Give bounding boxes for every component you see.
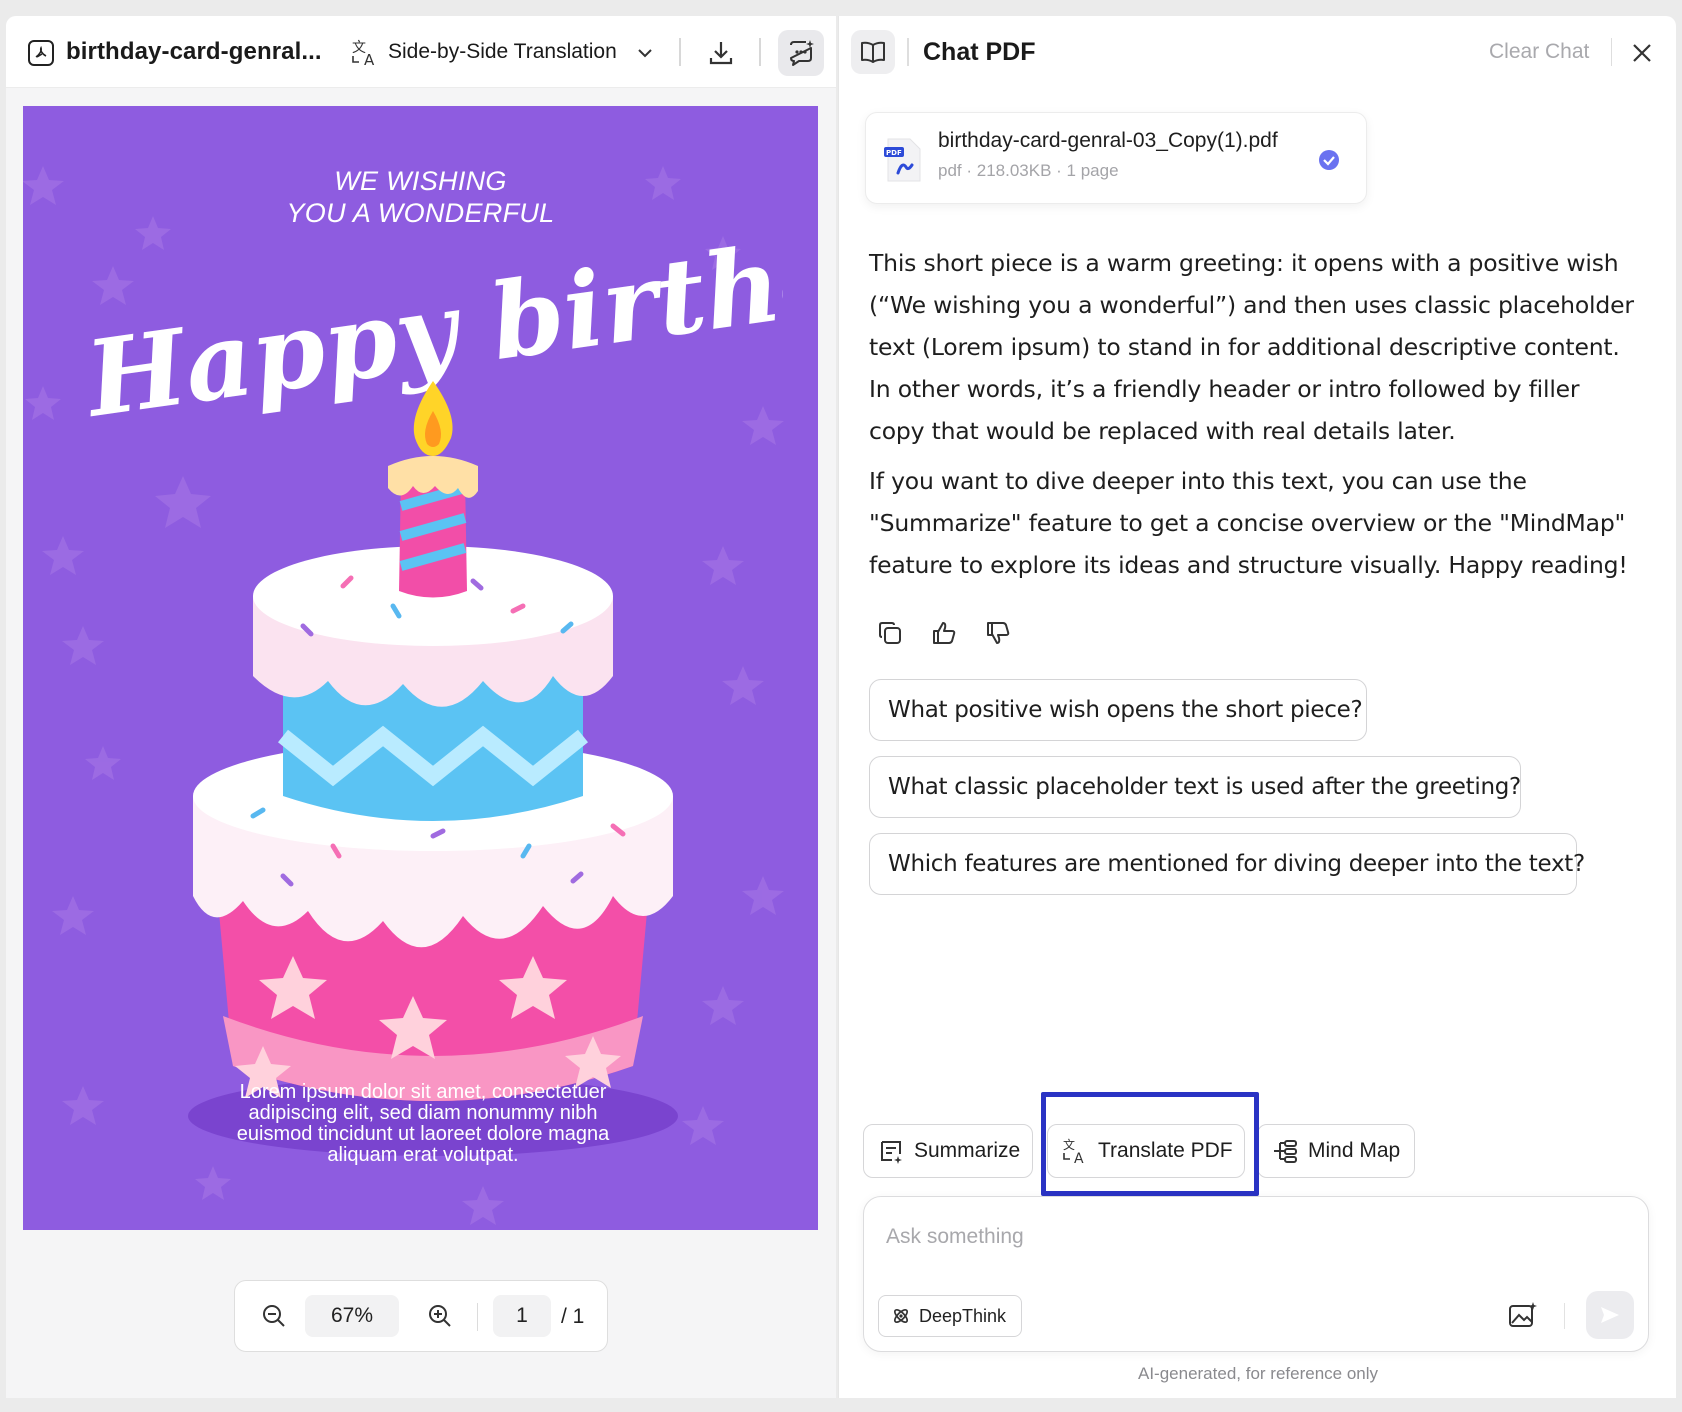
pdf-file-icon <box>28 40 54 66</box>
translation-mode-select[interactable]: Side-by-Side Translation <box>388 40 617 64</box>
chat-panel: Chat PDF Clear Chat PDF birthday-card-ge… <box>838 16 1676 1398</box>
suggested-question[interactable]: Which features are mentioned for diving … <box>869 833 1585 895</box>
image-upload-icon[interactable] <box>1508 1301 1538 1329</box>
deepthink-label: DeepThink <box>919 1305 1007 1326</box>
book-icon <box>861 41 885 63</box>
send-icon <box>1601 1307 1619 1323</box>
page-total: / 1 <box>561 1305 585 1328</box>
ai-chat-icon <box>790 40 814 66</box>
attached-file-card[interactable]: PDF birthday-card-genral-03_Copy(1).pdf … <box>865 112 1367 204</box>
ai-chat-toggle-button[interactable] <box>778 30 824 76</box>
svg-text:PDF: PDF <box>886 149 902 157</box>
thumbs-up-icon[interactable] <box>931 620 957 646</box>
file-name: birthday-card-genral-03_Copy(1).pdf <box>938 129 1278 152</box>
zoom-controls: 67% 1 / 1 <box>234 1280 608 1352</box>
summarize-label: Summarize <box>914 1139 1021 1162</box>
zoom-divider <box>477 1303 478 1331</box>
header-divider <box>1611 38 1612 66</box>
viewer-toolbar: birthday-card-genral... 文 A Side-by-Side… <box>6 16 836 88</box>
file-meta: pdf · 218.03KB · 1 page <box>938 161 1119 180</box>
ask-divider <box>1564 1303 1565 1329</box>
mind-map-icon <box>1274 1140 1297 1163</box>
send-button[interactable] <box>1586 1291 1634 1339</box>
mind-map-button[interactable]: Mind Map <box>1257 1124 1415 1178</box>
atom-icon <box>894 1309 908 1323</box>
close-icon[interactable] <box>1631 42 1653 64</box>
birthday-cake-illustration <box>188 381 678 1156</box>
document-title: birthday-card-genral... <box>66 38 322 65</box>
copy-icon[interactable] <box>877 620 903 646</box>
zoom-out-icon[interactable] <box>261 1303 287 1329</box>
check-circle-icon <box>1319 150 1339 170</box>
chevron-down-icon[interactable] <box>636 46 654 60</box>
ai-answer-paragraph: This short piece is a warm greeting: it … <box>869 249 1634 445</box>
toolbar-divider <box>759 38 761 66</box>
pdf-viewer: birthday-card-genral... 文 A Side-by-Side… <box>6 16 836 1398</box>
translate-icon[interactable]: 文 A <box>350 38 380 68</box>
ai-answer-paragraph: If you want to dive deeper into this tex… <box>869 467 1628 579</box>
ask-input[interactable] <box>886 1217 1606 1257</box>
suggested-question[interactable]: What classic placeholder text is used af… <box>869 756 1521 818</box>
clear-chat-button[interactable]: Clear Chat <box>1489 40 1589 64</box>
card-subtitle-line2: YOU A WONDERFUL <box>286 198 555 228</box>
suggested-question[interactable]: What positive wish opens the short piece… <box>869 679 1367 741</box>
thumbs-down-icon[interactable] <box>985 620 1011 646</box>
card-body-text: Lorem ipsum dolor sit amet, consectetuer… <box>236 1081 610 1166</box>
zoom-level[interactable]: 67% <box>305 1295 399 1337</box>
ai-disclaimer: AI-generated, for reference only <box>1137 1364 1379 1383</box>
chat-title: Chat PDF <box>923 38 1036 66</box>
mind-map-label: Mind Map <box>1308 1139 1401 1162</box>
download-icon[interactable] <box>706 38 736 68</box>
zoom-in-icon[interactable] <box>427 1303 453 1329</box>
page-number-input[interactable]: 1 <box>493 1295 551 1337</box>
ask-box: DeepThink <box>863 1196 1649 1352</box>
summarize-button[interactable]: Summarize <box>863 1124 1033 1178</box>
pdf-file-icon: PDF <box>884 138 921 182</box>
book-button[interactable] <box>851 30 895 74</box>
deepthink-toggle[interactable]: DeepThink <box>878 1295 1022 1337</box>
svg-text:A: A <box>364 51 375 68</box>
summarize-icon <box>881 1141 902 1164</box>
highlight-annotation <box>1041 1092 1259 1196</box>
toolbar-divider <box>679 38 681 66</box>
header-divider <box>907 38 909 66</box>
pdf-page: WE WISHING YOU A WONDERFUL Happy birthda… <box>23 106 818 1230</box>
card-subtitle-line1: WE WISHING <box>334 166 507 196</box>
